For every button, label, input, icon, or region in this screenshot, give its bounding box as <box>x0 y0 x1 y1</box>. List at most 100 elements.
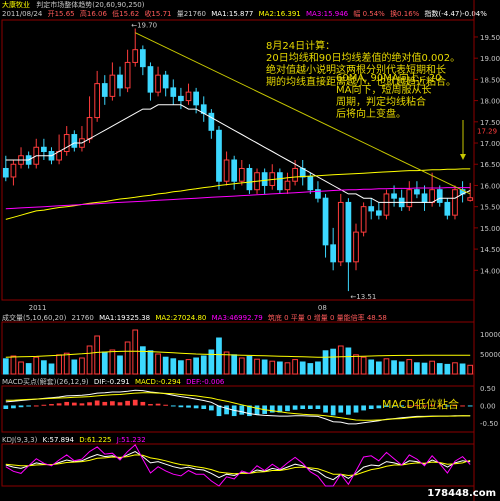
candle <box>429 189 435 203</box>
x-axis-label: 08 <box>318 304 327 312</box>
candle <box>71 134 78 148</box>
candle <box>117 74 123 89</box>
macd-histogram-bar <box>285 405 290 412</box>
candle <box>277 172 283 191</box>
macd-histogram-bar <box>163 404 169 406</box>
candle <box>375 210 382 216</box>
candle <box>86 117 93 140</box>
candle <box>421 193 428 203</box>
volume-bar <box>124 341 131 375</box>
macd-histogram-bar <box>33 405 39 407</box>
macd-histogram-bar <box>49 404 54 406</box>
candle <box>139 49 146 68</box>
macd-histogram-bar <box>315 405 321 409</box>
candle <box>185 91 192 102</box>
candle <box>94 83 101 119</box>
volume-bar <box>79 357 85 375</box>
volume-bar <box>269 360 276 375</box>
macd-histogram-bar <box>353 405 359 413</box>
macd-tick-label: 0.50 <box>480 385 496 393</box>
macd-histogram-bar <box>307 405 313 409</box>
price-tick-label: 15.00 <box>480 225 500 233</box>
volume-bar <box>216 337 222 375</box>
volume-bar <box>375 361 382 375</box>
volume-bar <box>10 355 17 375</box>
candle <box>41 146 47 153</box>
candle <box>383 193 390 216</box>
volume-bar <box>193 357 199 375</box>
volume-bar <box>48 363 55 375</box>
volume-bar <box>368 359 375 375</box>
volume-bar <box>383 358 390 375</box>
macd-histogram-bar <box>148 404 153 406</box>
macd-histogram-bar <box>460 405 465 407</box>
low-marker: ←13.51 <box>350 293 376 301</box>
macd-histogram-bar <box>178 405 184 408</box>
price-tick-label: 17.00 <box>480 140 500 148</box>
candle <box>436 189 443 203</box>
volume-bar <box>284 362 291 375</box>
macd-histogram-bar <box>300 405 306 409</box>
volume-bar <box>170 358 177 375</box>
volume-bar <box>398 361 405 375</box>
volume-bar <box>2 358 9 375</box>
macd-histogram-bar <box>330 405 336 416</box>
candle <box>368 206 375 212</box>
macd-histogram-bar <box>41 404 47 406</box>
volume-bar <box>94 335 101 375</box>
volume-bar <box>18 361 24 375</box>
volume-bar <box>444 363 451 375</box>
x-axis-label: 2011 <box>29 304 47 312</box>
candle <box>360 206 367 233</box>
volume-bar <box>353 354 359 375</box>
volume-bar <box>330 348 337 375</box>
price-tick-label: 19.00 <box>480 55 500 63</box>
volume-bar <box>71 359 78 375</box>
volume-bar <box>147 350 154 375</box>
candle <box>337 201 344 263</box>
price-tick-label: 16.00 <box>480 182 500 190</box>
macd-histogram-bar <box>224 405 229 415</box>
volume-bar <box>459 363 466 375</box>
volume-bar <box>391 360 397 375</box>
macd-histogram-bar <box>186 405 191 408</box>
macd-histogram-bar <box>467 405 473 407</box>
price-tick-label: 16.50 <box>480 161 500 169</box>
candle <box>406 189 413 208</box>
volume-bar <box>277 361 283 375</box>
candle <box>391 193 397 199</box>
volume-bar <box>261 359 268 375</box>
current-price-tag: 17.29 <box>477 128 497 136</box>
candle <box>170 87 177 97</box>
price-tick-label: 18.50 <box>480 76 500 84</box>
high-marker: ←19.70 <box>131 21 157 29</box>
candle <box>452 189 458 216</box>
volume-ma-line <box>5 350 471 358</box>
candle <box>10 163 17 178</box>
candle <box>284 180 291 191</box>
macd-histogram-bar <box>239 405 245 415</box>
volume-bar <box>246 355 253 375</box>
candle <box>353 231 359 263</box>
volume-bar <box>25 363 32 375</box>
volume-bar <box>56 354 62 375</box>
candle <box>193 91 199 106</box>
candle <box>101 83 108 97</box>
candle <box>322 197 329 246</box>
volume-bar <box>117 355 123 375</box>
candle <box>246 167 253 191</box>
volume-bar <box>337 345 344 375</box>
macd-histogram-bar <box>254 405 260 415</box>
macd-histogram-bar <box>376 405 382 409</box>
macd-histogram-bar <box>71 402 77 406</box>
candle <box>208 112 215 131</box>
annotation-ma60: 60MA, 90MA向上，20 MA向下，短周服从长 周期，判定均线粘合 后将向… <box>336 73 442 120</box>
candle <box>124 61 131 89</box>
macd-histogram-bar <box>102 401 108 406</box>
candle <box>147 66 154 93</box>
kdj-d-line <box>5 454 471 477</box>
candle <box>223 159 230 182</box>
volume-panel-label: 成交量(5,10,60,20) 21760 MA1:19325.38 MA2:2… <box>2 314 387 322</box>
macd-histogram-bar <box>87 402 92 406</box>
candle <box>414 189 420 195</box>
